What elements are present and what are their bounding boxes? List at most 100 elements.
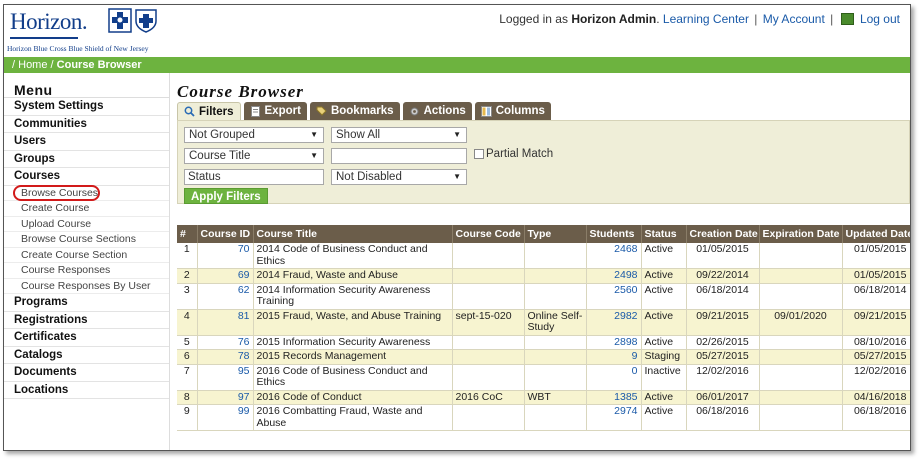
group-by-select[interactable]: Not Grouped ▼ <box>184 127 324 143</box>
course-code <box>452 349 525 365</box>
table-row[interactable]: 2 69 2014 Fraud, Waste and Abuse 2498 Active… <box>177 268 910 284</box>
sidebar-subitem-browse-course-sections[interactable]: Browse Course Sections <box>4 232 169 248</box>
students-link[interactable]: 2898 <box>586 335 642 350</box>
sidebar-subitem-create-course-section[interactable]: Create Course Section <box>4 248 169 263</box>
col-header-students[interactable]: Students <box>586 225 642 243</box>
expiration-date <box>759 283 843 310</box>
students-link[interactable]: 0 <box>586 364 642 391</box>
search-field-select[interactable]: Course Title ▼ <box>184 148 324 164</box>
sidebar-item-courses[interactable]: Courses <box>4 168 169 186</box>
partial-match-checkbox[interactable] <box>474 149 484 159</box>
logout-link[interactable]: Log out <box>860 12 900 26</box>
course-id-link[interactable]: 76 <box>197 335 254 350</box>
bcbs-marks <box>108 8 158 33</box>
course-id-link[interactable]: 99 <box>197 404 254 431</box>
students-link[interactable]: 1385 <box>586 390 642 405</box>
learning-center-link[interactable]: Learning Center <box>663 12 749 26</box>
tab-bookmarks[interactable]: Bookmarks <box>309 102 400 120</box>
sidebar-item-catalogs[interactable]: Catalogs <box>4 347 169 364</box>
sidebar-item-groups[interactable]: Groups <box>4 151 169 168</box>
course-id-link[interactable]: 97 <box>197 390 254 405</box>
table-row[interactable]: 3 62 2014 Information Security Awareness T… <box>177 283 910 310</box>
updated-date: 04/16/2018 <box>842 390 910 405</box>
col-header-status[interactable]: Status <box>641 225 687 243</box>
updated-date: 01/05/2015 <box>842 243 910 269</box>
sidebar-item-documents[interactable]: Documents <box>4 364 169 382</box>
sidebar-item-certificates[interactable]: Certificates <box>4 329 169 347</box>
table-row[interactable]: 6 78 2015 Records Management 9 Staging 05/27/… <box>177 349 910 365</box>
sidebar-item-programs[interactable]: Programs <box>4 294 169 312</box>
dropdown-arrow-icon: ▼ <box>310 151 318 160</box>
logout-icon[interactable] <box>840 13 854 25</box>
user-name: Horizon Admin <box>571 12 657 26</box>
tab-filters[interactable]: Filters <box>177 102 241 120</box>
col-header-course-code[interactable]: Course Code <box>452 225 525 243</box>
status: Active <box>641 335 687 350</box>
horizon-logo[interactable]: Horizon. <box>10 9 88 35</box>
sidebar-item-users[interactable]: Users <box>4 133 169 151</box>
course-id-link[interactable]: 81 <box>197 309 254 336</box>
table-row[interactable]: 4 81 2015 Fraud, Waste, and Abuse Training… <box>177 309 910 336</box>
table-row[interactable]: 9 99 2016 Combatting Fraud, Waste and Abus… <box>177 404 910 431</box>
dropdown-arrow-icon: ▼ <box>453 172 461 181</box>
col-header-creation-date[interactable]: Creation Date <box>686 225 760 243</box>
col-header-course-title[interactable]: Course Title <box>253 225 453 243</box>
search-input[interactable] <box>331 148 467 164</box>
my-account-link[interactable]: My Account <box>763 12 825 26</box>
status-input[interactable]: Status <box>184 169 324 185</box>
row-index: 2 <box>177 268 198 284</box>
course-title: 2014 Code of Business Conduct and Ethics <box>253 243 453 269</box>
course-id-link[interactable]: 78 <box>197 349 254 365</box>
students-link[interactable]: 2468 <box>586 243 642 269</box>
partial-match-label: Partial Match <box>486 148 554 160</box>
main-content: Course Browser Filters Export Bookmarks … <box>174 73 910 450</box>
students-link[interactable]: 2974 <box>586 404 642 431</box>
select-value: Not Disabled <box>336 171 402 183</box>
breadcrumb-home[interactable]: Home <box>18 59 47 71</box>
select-value: Not Grouped <box>189 129 255 141</box>
sidebar-item-communities[interactable]: Communities <box>4 116 169 133</box>
course-id-link[interactable]: 62 <box>197 283 254 310</box>
apply-filters-button[interactable]: Apply Filters <box>184 188 268 204</box>
table-row[interactable]: 5 76 2015 Information Security Awareness 28… <box>177 335 910 350</box>
sidebar-subitem-upload-course[interactable]: Upload Course <box>4 217 169 232</box>
tab-label: Filters <box>199 105 234 118</box>
col-header-course-id[interactable]: Course ID <box>197 225 254 243</box>
table-row[interactable]: 7 95 2016 Code of Business Conduct and Eth… <box>177 364 910 391</box>
col-header-updated-date[interactable]: Updated Date <box>842 225 910 243</box>
col-header-index[interactable]: # <box>177 225 198 243</box>
tab-actions[interactable]: Actions <box>402 102 472 120</box>
students-link[interactable]: 9 <box>586 349 642 365</box>
col-header-type[interactable]: Type <box>524 225 587 243</box>
students-link[interactable]: 2560 <box>586 283 642 310</box>
table-header-row: # Course ID Course Title Course Code Typ… <box>177 225 910 243</box>
course-code: 2016 CoC <box>452 390 525 405</box>
show-select[interactable]: Show All ▼ <box>331 127 467 143</box>
updated-date: 09/21/2015 <box>842 309 910 336</box>
tab-export[interactable]: Export <box>243 102 307 120</box>
sidebar-subitem-course-responses-by-user[interactable]: Course Responses By User <box>4 279 169 294</box>
creation-date: 09/22/2014 <box>686 268 760 284</box>
logo-underline <box>10 37 78 39</box>
table-row[interactable]: 1 70 2014 Code of Business Conduct and Eth… <box>177 243 910 269</box>
course-id-link[interactable]: 95 <box>197 364 254 391</box>
course-id-link[interactable]: 70 <box>197 243 254 269</box>
sidebar-subitem-course-responses[interactable]: Course Responses <box>4 263 169 279</box>
students-link[interactable]: 2498 <box>586 268 642 284</box>
tab-columns[interactable]: Columns <box>474 102 551 120</box>
sidebar-subitem-create-course[interactable]: Create Course <box>4 201 169 217</box>
breadcrumb-sep: / <box>50 59 54 71</box>
sidebar-item-registrations[interactable]: Registrations <box>4 312 169 329</box>
students-link[interactable]: 2982 <box>586 309 642 336</box>
course-id-link[interactable]: 69 <box>197 268 254 284</box>
disabled-select[interactable]: Not Disabled ▼ <box>331 169 467 185</box>
table-row[interactable]: 8 97 2016 Code of Conduct 2016 CoC WBT 1385 Ac… <box>177 390 910 405</box>
menu-title: Menu <box>4 73 169 98</box>
sidebar-subitem-browse-courses[interactable]: Browse Courses <box>4 184 169 201</box>
select-value: Show All <box>336 129 381 141</box>
sidebar-item-system-settings[interactable]: System Settings <box>4 98 169 116</box>
updated-date: 05/27/2015 <box>842 349 910 365</box>
col-header-expiration-date[interactable]: Expiration Date <box>759 225 843 243</box>
sidebar-item-locations[interactable]: Locations <box>4 382 169 399</box>
columns-icon <box>480 105 492 117</box>
